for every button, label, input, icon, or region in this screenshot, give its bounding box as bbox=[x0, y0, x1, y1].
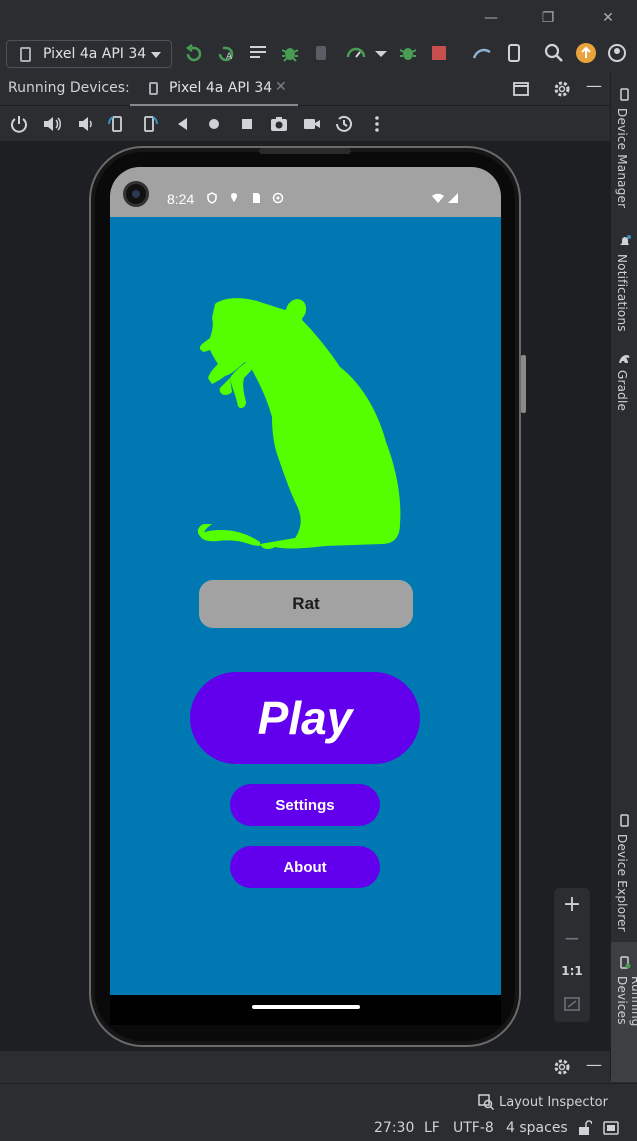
settings-icon[interactable] bbox=[606, 42, 628, 64]
unlock-icon[interactable] bbox=[578, 1120, 592, 1136]
chevron-down-icon[interactable] bbox=[370, 42, 392, 64]
main-toolbar: Pixel 4a API 34 A bbox=[0, 36, 637, 72]
restore-icon[interactable]: ❐ bbox=[536, 8, 560, 28]
running-devices-icon bbox=[620, 956, 631, 969]
about-button[interactable]: About bbox=[230, 846, 380, 888]
wifi-icon bbox=[432, 193, 444, 203]
bottom-tool-bar: — bbox=[0, 1050, 610, 1082]
line-ending[interactable]: LF bbox=[424, 1120, 440, 1136]
device-explorer-icon bbox=[620, 814, 629, 827]
window-layout-icon[interactable] bbox=[512, 80, 530, 98]
close-icon[interactable]: ✕ bbox=[596, 8, 620, 28]
gesture-area bbox=[110, 995, 501, 1025]
minimize-panel-icon[interactable]: — bbox=[586, 1055, 602, 1074]
update-icon[interactable] bbox=[575, 42, 597, 64]
device-manager-icon bbox=[620, 88, 629, 101]
phone-speaker bbox=[259, 148, 351, 154]
sidebar-item-device-explorer[interactable]: Device Explorer bbox=[615, 834, 629, 932]
sidebar-item-notifications[interactable]: Notifications bbox=[615, 254, 629, 332]
sd-card-icon bbox=[253, 193, 260, 203]
svg-text:A: A bbox=[226, 52, 233, 62]
snapshot-icon[interactable] bbox=[334, 114, 354, 134]
camera-cutout bbox=[123, 181, 149, 207]
volume-up-icon[interactable] bbox=[42, 114, 62, 134]
phone-side-button bbox=[521, 355, 526, 413]
memory-indicator-icon[interactable] bbox=[602, 1119, 620, 1137]
rotate-right-icon[interactable] bbox=[139, 114, 159, 134]
screen-record-icon[interactable] bbox=[302, 114, 322, 134]
zoom-in-button[interactable]: + bbox=[554, 892, 590, 917]
power-icon[interactable] bbox=[9, 114, 29, 134]
coverage-icon[interactable] bbox=[397, 42, 419, 64]
status-time: 8:24 bbox=[167, 191, 195, 207]
profiler-icon[interactable] bbox=[345, 42, 367, 64]
actual-size-button[interactable]: 1:1 bbox=[554, 964, 590, 978]
device-selector-label: Pixel 4a API 34 bbox=[43, 46, 147, 62]
file-encoding[interactable]: UTF-8 bbox=[453, 1120, 494, 1136]
zoom-out-button[interactable]: − bbox=[554, 926, 590, 950]
device-mirror-icon[interactable] bbox=[471, 42, 493, 64]
layout-inspector-icon bbox=[478, 1094, 494, 1110]
vpn-icon bbox=[207, 192, 217, 204]
phone-screen[interactable]: 8:24 Rat Play Settings About bbox=[110, 167, 501, 995]
run-icon[interactable] bbox=[183, 42, 205, 64]
phone-icon bbox=[149, 82, 158, 95]
back-icon[interactable] bbox=[173, 114, 193, 134]
indent-setting[interactable]: 4 spaces bbox=[506, 1120, 568, 1136]
device-selector[interactable]: Pixel 4a API 34 bbox=[6, 40, 172, 68]
title-bar: — ❐ ✕ bbox=[0, 0, 637, 36]
layout-inspector-button[interactable]: Layout Inspector bbox=[499, 1095, 608, 1110]
chevron-down-icon bbox=[151, 52, 161, 58]
screenshot-icon[interactable] bbox=[269, 114, 289, 134]
minimize-panel-icon[interactable]: — bbox=[586, 76, 602, 95]
stop-icon[interactable] bbox=[428, 42, 450, 64]
sidebar-item-running-devices[interactable]: Running Devices bbox=[615, 976, 637, 1078]
gesture-navigation-bar[interactable] bbox=[252, 1005, 360, 1009]
more-icon[interactable] bbox=[367, 114, 387, 134]
device-control-bar bbox=[0, 107, 610, 141]
location-icon bbox=[231, 193, 237, 202]
android-status-bar: 8:24 bbox=[110, 167, 501, 217]
gear-icon[interactable] bbox=[553, 80, 571, 98]
search-icon[interactable] bbox=[543, 42, 565, 64]
sidebar-item-gradle[interactable]: Gradle bbox=[615, 370, 629, 411]
tab-device-label: Pixel 4a API 34 bbox=[169, 80, 273, 96]
sync-icon bbox=[272, 192, 284, 204]
animal-name-button[interactable]: Rat bbox=[199, 580, 413, 628]
bell-icon bbox=[620, 235, 631, 245]
sidebar-item-device-manager[interactable]: Device Manager bbox=[615, 108, 629, 208]
gradle-icon bbox=[619, 355, 630, 363]
running-devices-label: Running Devices: bbox=[8, 80, 130, 96]
gear-icon[interactable] bbox=[553, 1058, 571, 1076]
cursor-position[interactable]: 27:30 bbox=[374, 1120, 414, 1136]
rotate-left-icon[interactable] bbox=[107, 114, 127, 134]
device-file-icon[interactable] bbox=[503, 42, 525, 64]
run-config-icon[interactable] bbox=[247, 42, 269, 64]
right-tool-sidebar: Device Manager Notifications Gradle Devi… bbox=[610, 72, 637, 1082]
signal-icon bbox=[448, 193, 458, 203]
rat-silhouette-icon bbox=[197, 298, 401, 549]
running-devices-tabbar: Running Devices: Pixel 4a API 34 ✕ — bbox=[0, 72, 610, 106]
phone-icon bbox=[20, 47, 31, 62]
apply-changes-icon[interactable]: A bbox=[215, 42, 237, 64]
play-button[interactable]: Play bbox=[190, 672, 420, 764]
close-tab-icon[interactable]: ✕ bbox=[275, 79, 287, 95]
volume-down-icon[interactable] bbox=[75, 114, 95, 134]
ide-status-bar: Layout Inspector 27:30 LF UTF-8 4 spaces bbox=[0, 1083, 637, 1141]
attach-debugger-icon[interactable] bbox=[311, 42, 333, 64]
minimize-icon[interactable]: — bbox=[479, 8, 503, 28]
tab-device[interactable]: Pixel 4a API 34 ✕ bbox=[130, 72, 298, 106]
home-icon[interactable] bbox=[204, 114, 224, 134]
fit-screen-icon[interactable] bbox=[564, 996, 580, 1012]
overview-icon[interactable] bbox=[237, 114, 257, 134]
settings-button[interactable]: Settings bbox=[230, 784, 380, 826]
zoom-controls: + − 1:1 bbox=[554, 888, 590, 1022]
debug-icon[interactable] bbox=[279, 42, 301, 64]
